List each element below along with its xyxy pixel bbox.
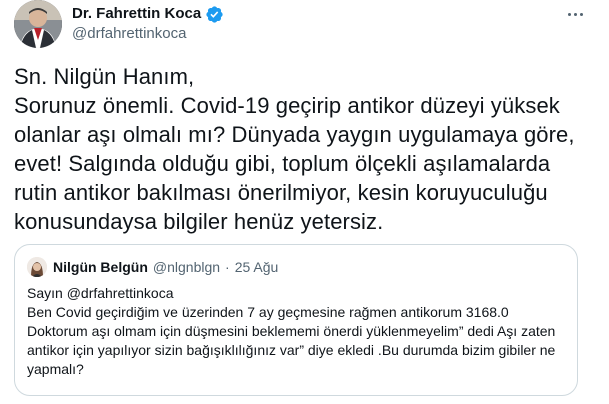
quoted-date: 25 Ağu	[234, 259, 279, 275]
tweet: Dr. Fahrettin Koca @drfahrettinkoca Sn. …	[0, 0, 609, 404]
quoted-author-handle: @nlgnblgn	[152, 259, 221, 275]
quoted-author-avatar	[27, 257, 47, 277]
more-options-icon[interactable]	[561, 4, 589, 24]
quoted-separator: ·	[225, 259, 230, 275]
author-name-row: Dr. Fahrettin Koca	[72, 4, 224, 24]
author-name[interactable]: Dr. Fahrettin Koca	[72, 4, 201, 24]
author-avatar-image	[14, 0, 62, 48]
quoted-tweet-header: Nilgün Belgün @nlgnblgn · 25 Ağu	[27, 257, 278, 277]
tweet-text: Sn. Nilgün Hanım, Sorunuz önemli. Covid-…	[14, 64, 575, 234]
quoted-author-name: Nilgün Belgün	[53, 259, 148, 275]
quoted-tweet[interactable]: Nilgün Belgün @nlgnblgn · 25 Ağu Sayın @…	[14, 244, 578, 396]
tweet-header: Dr. Fahrettin Koca @drfahrettinkoca	[14, 0, 224, 48]
author-avatar[interactable]	[14, 0, 62, 48]
verified-badge-icon	[205, 5, 224, 24]
author-handle[interactable]: @drfahrettinkoca	[72, 24, 224, 44]
author-info: Dr. Fahrettin Koca @drfahrettinkoca	[72, 4, 224, 44]
quoted-tweet-text: Sayın @drfahrettinkoca Ben Covid geçirdi…	[27, 285, 556, 377]
